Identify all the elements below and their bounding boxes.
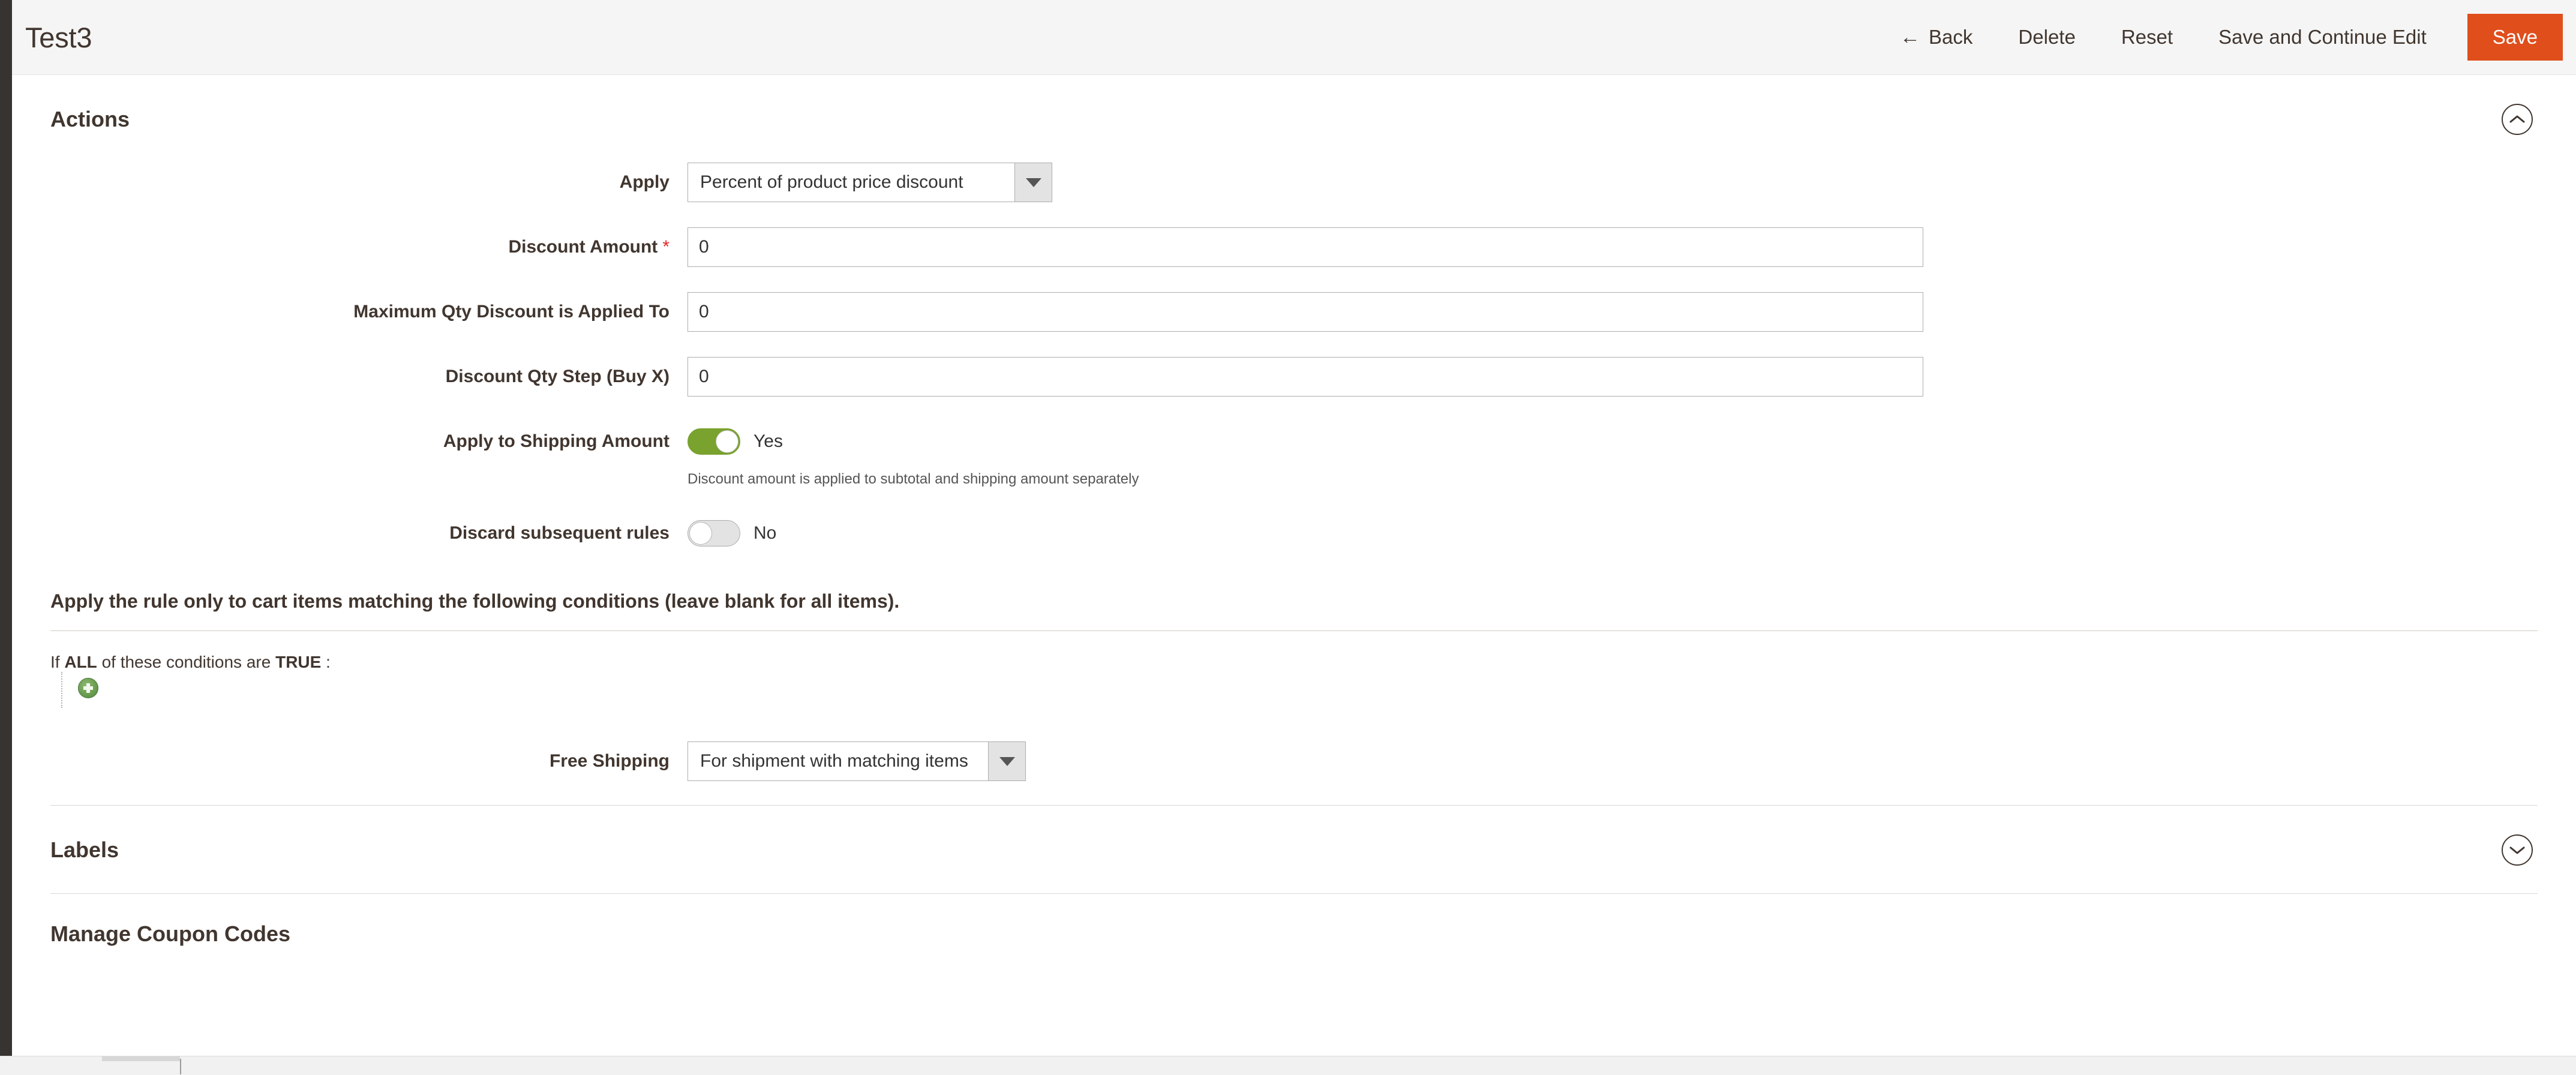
logic-aggregator[interactable]: ALL xyxy=(64,653,97,671)
chevron-up-icon[interactable] xyxy=(2502,104,2533,135)
logic-value[interactable]: TRUE xyxy=(275,653,321,671)
actions-form: Apply Percent of product price discount … xyxy=(50,163,2538,584)
discard-subsequent-label: Discard subsequent rules xyxy=(449,523,669,543)
page-content: Actions Apply Percent of product price d… xyxy=(12,75,2576,1075)
qty-step-control xyxy=(687,357,2538,397)
apply-to-shipping-control: Yes Discount amount is applied to subtot… xyxy=(687,422,2538,488)
apply-to-shipping-label: Apply to Shipping Amount xyxy=(443,431,669,451)
browser-strip-chunk xyxy=(102,1056,180,1061)
discount-amount-label: Discount Amount * xyxy=(50,227,687,267)
max-qty-field-row: Maximum Qty Discount is Applied To xyxy=(50,292,2538,332)
labels-section-title: Labels xyxy=(50,837,119,863)
labels-section-header[interactable]: Labels xyxy=(50,805,2538,893)
discard-subsequent-state: No xyxy=(753,523,777,543)
logic-middle: of these conditions are xyxy=(101,653,271,672)
reset-button[interactable]: Reset xyxy=(2098,26,2196,49)
apply-select[interactable]: Percent of product price discount xyxy=(687,163,1052,202)
caret-down-icon[interactable] xyxy=(1014,163,1052,202)
apply-to-shipping-toggle[interactable] xyxy=(687,428,740,455)
discount-amount-field-row: Discount Amount * xyxy=(50,227,2538,267)
manage-coupon-codes-section: Manage Coupon Codes xyxy=(50,893,2538,947)
conditions-list xyxy=(61,672,2538,708)
page-header: Test3 ← Back Delete Reset Save and Conti… xyxy=(12,0,2576,75)
actions-section: Actions Apply Percent of product price d… xyxy=(50,75,2538,782)
discount-amount-control xyxy=(687,227,2538,267)
admin-sidebar-rail xyxy=(0,0,12,1056)
actions-section-header[interactable]: Actions xyxy=(50,75,2538,163)
max-qty-control xyxy=(687,292,2538,332)
discard-subsequent-field-row: Discard subsequent rules No xyxy=(50,514,2538,553)
back-button[interactable]: ← Back xyxy=(1877,26,1995,49)
caret-down-icon[interactable] xyxy=(988,742,1025,781)
max-qty-label: Maximum Qty Discount is Applied To xyxy=(353,302,669,322)
logic-prefix: If xyxy=(50,653,60,672)
back-button-label: Back xyxy=(1929,26,1973,48)
apply-field-row: Apply Percent of product price discount xyxy=(50,163,2538,202)
manage-coupon-codes-title: Manage Coupon Codes xyxy=(50,921,291,947)
browser-bottom-strip xyxy=(0,1056,2576,1075)
free-shipping-label: Free Shipping xyxy=(549,751,669,771)
plus-circle-icon[interactable] xyxy=(78,678,98,699)
max-qty-input[interactable] xyxy=(687,292,1923,332)
conditions-logic-line: If ALL of these conditions are TRUE : xyxy=(50,631,2538,672)
page-title: Test3 xyxy=(25,21,92,53)
save-and-continue-edit-button[interactable]: Save and Continue Edit xyxy=(2196,26,2449,49)
browser-strip-tick xyxy=(180,1059,181,1074)
apply-control: Percent of product price discount xyxy=(687,163,2538,202)
discount-amount-label-text: Discount Amount xyxy=(508,237,658,257)
actions-section-title: Actions xyxy=(50,107,130,131)
qty-step-label: Discount Qty Step (Buy X) xyxy=(445,367,669,386)
qty-step-input[interactable] xyxy=(687,357,1923,397)
delete-button[interactable]: Delete xyxy=(1995,26,2098,49)
conditions-heading: Apply the rule only to cart items matchi… xyxy=(50,590,2538,632)
qty-step-field-row: Discount Qty Step (Buy X) xyxy=(50,357,2538,397)
apply-select-value: Percent of product price discount xyxy=(688,163,1014,202)
free-shipping-select[interactable]: For shipment with matching items xyxy=(687,741,1026,782)
admin-page: Test3 ← Back Delete Reset Save and Conti… xyxy=(0,0,2576,1075)
header-actions: ← Back Delete Reset Save and Continue Ed… xyxy=(1877,0,2576,74)
discount-amount-input[interactable] xyxy=(687,227,1923,267)
logic-suffix: : xyxy=(326,653,331,672)
discard-subsequent-control: No xyxy=(687,514,2538,553)
arrow-left-icon: ← xyxy=(1900,26,1921,49)
free-shipping-select-value: For shipment with matching items xyxy=(688,742,988,781)
apply-to-shipping-state: Yes xyxy=(753,431,783,451)
free-shipping-field-row: Free Shipping For shipment with matching… xyxy=(50,741,2538,782)
apply-label: Apply xyxy=(619,172,669,192)
apply-to-shipping-field-row: Apply to Shipping Amount Yes Discount am… xyxy=(50,422,2538,488)
labels-section: Labels xyxy=(50,805,2538,893)
discard-subsequent-toggle[interactable] xyxy=(687,520,740,547)
free-shipping-control: For shipment with matching items xyxy=(687,741,2538,782)
chevron-down-icon[interactable] xyxy=(2502,834,2533,866)
toggle-knob xyxy=(689,522,712,545)
required-marker: * xyxy=(662,237,669,257)
apply-to-shipping-note: Discount amount is applied to subtotal a… xyxy=(687,471,1139,487)
toggle-knob xyxy=(716,430,738,453)
save-button[interactable]: Save xyxy=(2467,14,2563,61)
